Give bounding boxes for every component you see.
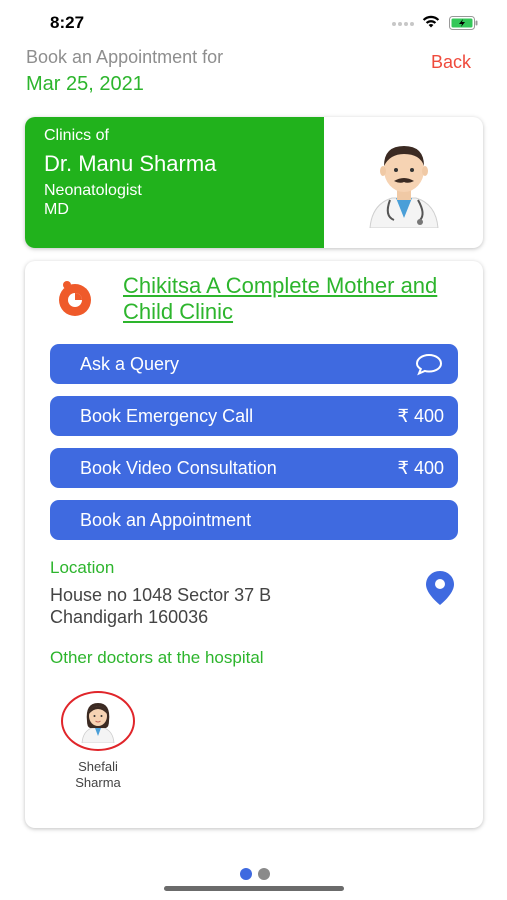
book-appointment-button[interactable]: Book an Appointment	[50, 500, 458, 540]
doctor-info: Clinics of Dr. Manu Sharma Neonatologist…	[25, 117, 324, 248]
doctor-avatar	[324, 117, 483, 248]
appointment-date: Mar 25, 2021	[26, 73, 144, 95]
back-button[interactable]: Back	[431, 52, 471, 73]
status-bar: 8:27	[0, 0, 507, 44]
clinics-of-label: Clinics of	[44, 127, 109, 144]
ask-query-button[interactable]: Ask a Query	[50, 344, 458, 384]
book-for-label: Book an Appointment for	[26, 47, 224, 67]
status-time: 8:27	[50, 13, 85, 32]
other-doctor-first-name: Shefali	[78, 759, 118, 774]
doctor-woman-icon	[81, 703, 115, 743]
video-consultation-label: Book Video Consultation	[80, 457, 277, 478]
book-appointment-label: Book an Appointment	[80, 509, 252, 530]
chat-bubble-icon	[415, 353, 443, 376]
doctor-degree: MD	[44, 201, 69, 218]
signal-icon	[392, 22, 414, 26]
clinic-card: Chikitsa A Complete Mother and Child Cli…	[25, 261, 483, 828]
emergency-call-price: ₹ 400	[397, 405, 445, 426]
book-video-consultation-button[interactable]: Book Video Consultation ₹ 400	[50, 448, 458, 488]
location-label: Location	[50, 558, 115, 577]
ask-query-label: Ask a Query	[80, 353, 180, 374]
doctor-specialty: Neonatologist	[44, 182, 142, 199]
wifi-icon	[422, 15, 440, 28]
other-doctor-item[interactable]: Shefali Sharma	[61, 691, 135, 791]
address-line-1: House no 1048 Sector 37 B	[50, 585, 272, 605]
page-indicator	[240, 868, 270, 880]
other-doctor-name: Shefali Sharma	[61, 759, 135, 791]
avatar	[61, 691, 135, 751]
doctor-name: Dr. Manu Sharma	[44, 151, 217, 176]
doctor-man-icon	[368, 145, 439, 228]
book-emergency-call-button[interactable]: Book Emergency Call ₹ 400	[50, 396, 458, 436]
home-indicator[interactable]	[164, 886, 344, 891]
battery-icon	[449, 16, 478, 30]
clinic-logo-icon	[59, 281, 91, 316]
doctor-card: Clinics of Dr. Manu Sharma Neonatologist…	[25, 117, 483, 248]
page-dot-active[interactable]	[240, 868, 252, 880]
clinic-name-link[interactable]: Chikitsa A Complete Mother and Child Cli…	[123, 273, 463, 325]
clinic-address: House no 1048 Sector 37 B Chandigarh 160…	[50, 584, 271, 628]
page-dot-inactive[interactable]	[258, 868, 270, 880]
other-doctors-label: Other doctors at the hospital	[50, 648, 264, 667]
other-doctor-last-name: Sharma	[75, 775, 121, 790]
address-line-2: Chandigarh 160036	[50, 607, 209, 627]
video-consultation-price: ₹ 400	[397, 457, 445, 478]
location-pin-icon[interactable]	[423, 569, 457, 607]
emergency-call-label: Book Emergency Call	[80, 405, 254, 426]
